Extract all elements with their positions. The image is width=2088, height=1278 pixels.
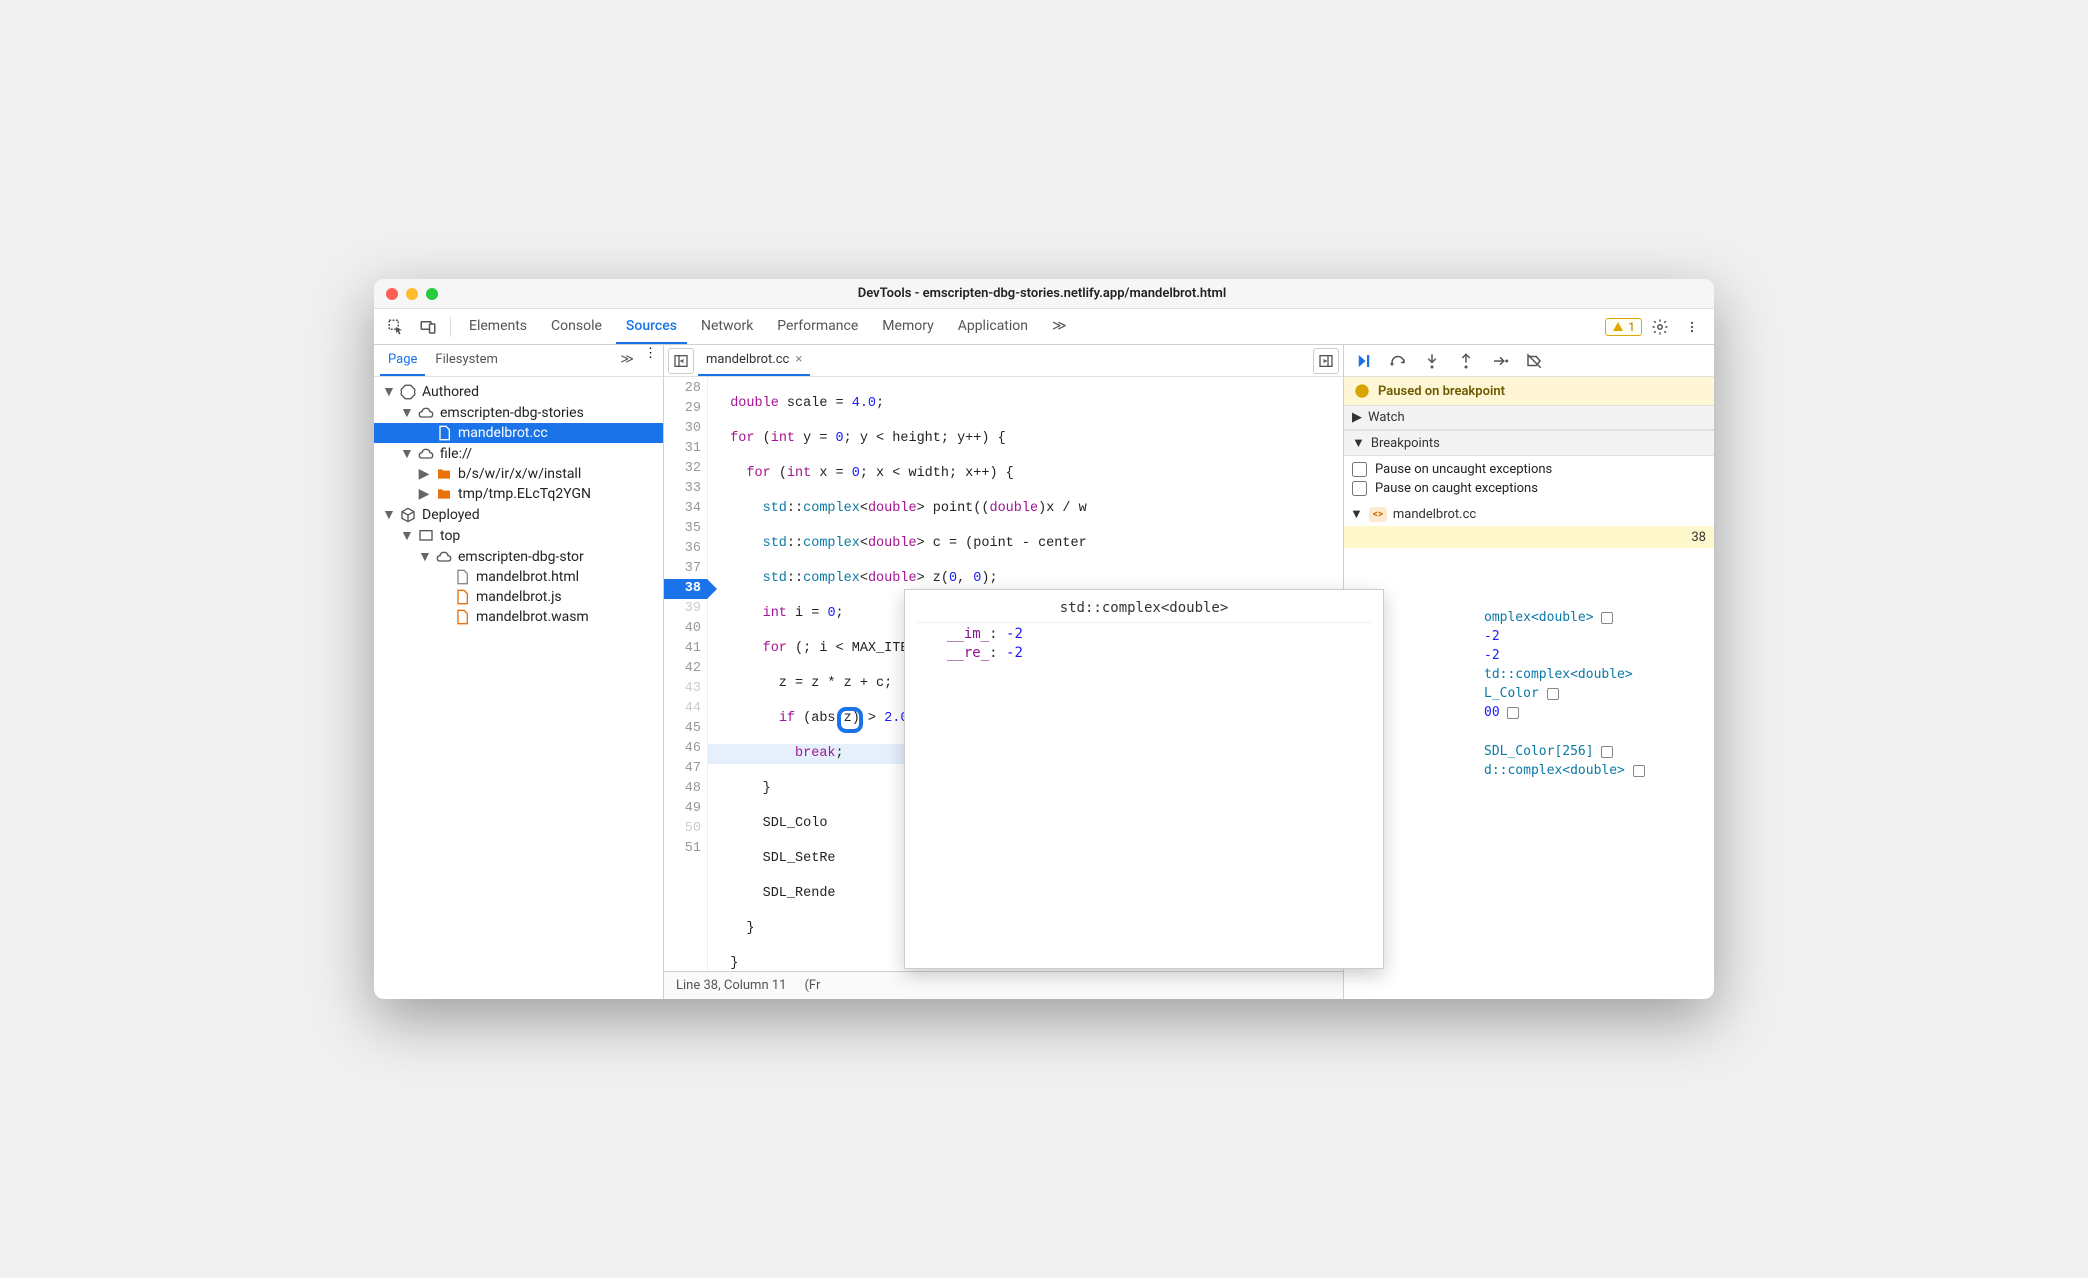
tab-console[interactable]: Console (541, 310, 612, 344)
pause-uncaught-checkbox[interactable]: Pause on uncaught exceptions (1352, 460, 1706, 479)
kebab-menu-icon[interactable] (1678, 313, 1706, 341)
scope-list: omplex<double> -2 -2 td::complex<double>… (1344, 548, 1714, 792)
window-title: DevTools - emscripten-dbg-stories.netlif… (438, 286, 1646, 301)
panel-tabs: Elements Console Sources Network Perform… (374, 309, 1714, 345)
tree-file-wasm[interactable]: mandelbrot.wasm (374, 607, 663, 627)
breakpoints-body: Pause on uncaught exceptions Pause on ca… (1344, 456, 1714, 502)
breakpoint-marker[interactable]: 38 (664, 579, 707, 599)
code-editor[interactable]: 28293031 32333435 363738 39404142 434445… (664, 377, 1343, 971)
warnings-badge[interactable]: 1 (1605, 318, 1642, 336)
navigator-kebab-icon[interactable]: ⋮ (644, 346, 657, 376)
step-button[interactable] (1486, 348, 1514, 374)
tab-performance[interactable]: Performance (767, 310, 868, 344)
tab-application[interactable]: Application (948, 310, 1038, 344)
traffic-lights (386, 288, 438, 300)
tree-top[interactable]: ▼ top (374, 525, 663, 546)
file-tab-mandelbrot-cc[interactable]: mandelbrot.cc × (698, 346, 810, 376)
tree-file-js[interactable]: mandelbrot.js (374, 587, 663, 607)
tree-file-mandelbrot-cc[interactable]: mandelbrot.cc (374, 423, 663, 443)
tab-memory[interactable]: Memory (872, 310, 943, 344)
deactivate-breakpoints-button[interactable] (1520, 348, 1548, 374)
tree-domain-2[interactable]: ▼ emscripten-dbg-stor (374, 546, 663, 567)
open-file-tabs: mandelbrot.cc × (664, 345, 1343, 377)
navigator-subtabs: Page Filesystem ≫ ⋮ (374, 345, 663, 377)
toggle-debugger-icon[interactable] (1313, 348, 1339, 374)
debugger-panel: Paused on breakpoint ▶Watch ▼Breakpoints… (1344, 345, 1714, 999)
tab-sources[interactable]: Sources (616, 310, 687, 344)
subtab-page[interactable]: Page (380, 346, 425, 376)
breakpoint-file-chip[interactable]: ▼<>mandelbrot.cc (1344, 502, 1714, 526)
toggle-device-icon[interactable] (414, 313, 442, 341)
minimize-window-button[interactable] (406, 288, 418, 300)
tree-domain-1[interactable]: ▼ emscripten-dbg-stories (374, 402, 663, 423)
debug-toolbar (1344, 345, 1714, 377)
subtab-filesystem[interactable]: Filesystem (427, 346, 506, 376)
tab-overflow[interactable]: ≫ (1042, 310, 1077, 344)
step-into-button[interactable] (1418, 348, 1446, 374)
status-bar: Line 38, Column 11 (Fr (664, 971, 1343, 999)
toggle-navigator-icon[interactable] (668, 348, 694, 374)
tab-elements[interactable]: Elements (459, 310, 537, 344)
subtab-overflow[interactable]: ≫ (612, 346, 642, 376)
breakpoint-entry[interactable]: 38 (1344, 526, 1714, 548)
macos-titlebar: DevTools - emscripten-dbg-stories.netlif… (374, 279, 1714, 309)
tooltip-header: std::complex<double> (917, 596, 1371, 623)
cursor-position: Line 38, Column 11 (676, 978, 786, 993)
close-tab-icon[interactable]: × (795, 352, 802, 367)
tree-file-html[interactable]: mandelbrot.html (374, 567, 663, 587)
tree-file-scheme[interactable]: ▼ file:// (374, 443, 663, 464)
tree-folder-tmp[interactable]: ▶ tmp/tmp.ELcTq2YGN (374, 484, 663, 504)
section-watch[interactable]: ▶Watch (1344, 405, 1714, 430)
resume-button[interactable] (1350, 348, 1378, 374)
tab-network[interactable]: Network (691, 310, 763, 344)
pause-caught-checkbox[interactable]: Pause on caught exceptions (1352, 479, 1706, 498)
content-area: Page Filesystem ≫ ⋮ ▼ Authored ▼ emscrip… (374, 345, 1714, 999)
tree-deployed[interactable]: ▼ Deployed (374, 504, 663, 525)
devtools-window: DevTools - emscripten-dbg-stories.netlif… (374, 279, 1714, 999)
file-tree: ▼ Authored ▼ emscripten-dbg-stories mand… (374, 377, 663, 999)
settings-gear-icon[interactable] (1646, 313, 1674, 341)
tree-authored[interactable]: ▼ Authored (374, 381, 663, 402)
inspect-element-icon[interactable] (382, 313, 410, 341)
step-over-button[interactable] (1384, 348, 1412, 374)
source-panel: mandelbrot.cc × 28293031 32333435 363738… (664, 345, 1344, 999)
tree-folder-install[interactable]: ▶ b/s/w/ir/x/w/install (374, 464, 663, 484)
section-breakpoints[interactable]: ▼Breakpoints (1344, 430, 1714, 456)
paused-banner: Paused on breakpoint (1344, 377, 1714, 405)
warning-count: 1 (1628, 320, 1635, 334)
value-tooltip: std::complex<double> __im_: -2 __re_: -2 (904, 589, 1384, 969)
navigator-panel: Page Filesystem ≫ ⋮ ▼ Authored ▼ emscrip… (374, 345, 664, 999)
step-out-button[interactable] (1452, 348, 1480, 374)
close-window-button[interactable] (386, 288, 398, 300)
hover-highlight-ring (837, 707, 863, 733)
zoom-window-button[interactable] (426, 288, 438, 300)
line-gutter[interactable]: 28293031 32333435 363738 39404142 434445… (664, 377, 708, 971)
status-extra: (Fr (804, 978, 820, 993)
